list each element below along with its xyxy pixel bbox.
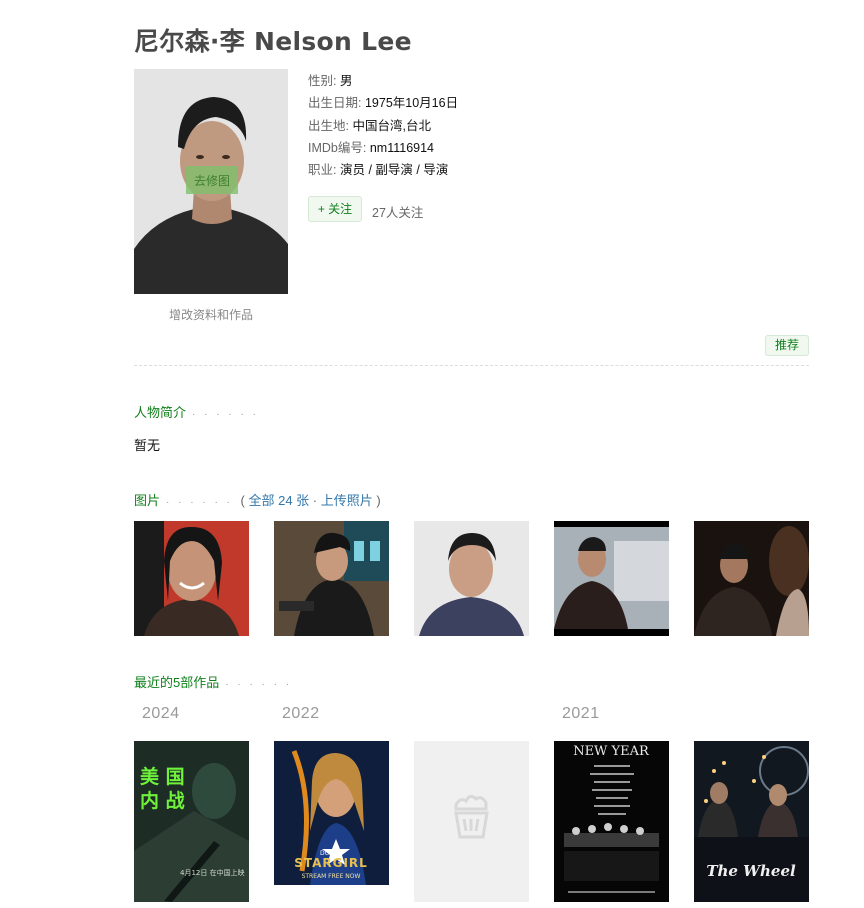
poster-title: STARGIRL bbox=[294, 856, 368, 870]
bio-heading: 人物简介 · · · · · · bbox=[134, 405, 259, 420]
info-imdb: IMDb编号: nm1116914 bbox=[308, 140, 435, 155]
watermark-text: 去修图 bbox=[194, 173, 230, 188]
info-birthdate: 出生日期: 1975年10月16日 bbox=[308, 96, 459, 111]
follow-button[interactable]: + 关注 bbox=[308, 196, 362, 222]
year-label: 2021 bbox=[562, 705, 600, 722]
photo-thumbnail[interactable] bbox=[134, 521, 249, 636]
bio-text: 暂无 bbox=[134, 438, 161, 453]
recommend-button[interactable]: 推荐 bbox=[765, 335, 809, 356]
photos-heading: 图片 · · · · · · ( 全部 24 张 · 上传照片 ) bbox=[134, 493, 381, 508]
year-label: 2022 bbox=[282, 705, 320, 722]
popcorn-icon bbox=[454, 794, 489, 839]
all-photos-link[interactable]: 全部 24 张 bbox=[248, 493, 309, 508]
poster-stargirl[interactable]: DC STARGIRL STREAM FREE NOW bbox=[274, 741, 389, 885]
works-heading: 最近的5部作品 · · · · · · bbox=[134, 675, 293, 690]
info-gender: 性别: 男 bbox=[308, 74, 353, 88]
info-occupation: 职业: 演员 / 副导演 / 导演 bbox=[308, 163, 449, 178]
person-info: 性别: 男 出生日期: 1975年10月16日 出生地: 中国台湾,台北 IMD… bbox=[308, 70, 458, 181]
page-title: 尼尔森·李 Nelson Lee bbox=[134, 27, 412, 56]
divider bbox=[134, 365, 809, 366]
poster-placeholder[interactable] bbox=[414, 741, 529, 902]
poster-title-line2: 内 战 bbox=[140, 789, 185, 812]
poster-caption: 4月12日 在中国上映 bbox=[180, 868, 245, 877]
poster-caption: STREAM FREE NOW bbox=[302, 873, 361, 880]
year-label: 2024 bbox=[142, 705, 180, 722]
photo-thumbnail[interactable] bbox=[414, 521, 529, 636]
poster-title: The Wheel bbox=[706, 862, 796, 880]
poster-the-wheel[interactable]: The Wheel bbox=[694, 741, 809, 902]
poster-civil-war[interactable]: 美 国 内 战 4月12日 在中国上映 bbox=[134, 741, 249, 902]
photo-thumbnail[interactable] bbox=[274, 521, 389, 636]
info-birthplace: 出生地: 中国台湾,台北 bbox=[308, 118, 431, 133]
upload-photo-link[interactable]: 上传照片 bbox=[321, 493, 373, 508]
person-portrait[interactable]: 去修图 bbox=[134, 69, 288, 294]
poster-title-line1: 美 国 bbox=[140, 765, 185, 788]
poster-title: NEW YEAR bbox=[573, 744, 650, 759]
photo-thumbnail[interactable] bbox=[554, 521, 669, 636]
follow-count: 27人关注 bbox=[372, 206, 424, 220]
edit-profile-link[interactable]: 增改资料和作品 bbox=[134, 306, 288, 323]
poster-new-year[interactable]: NEW YEAR bbox=[554, 741, 669, 902]
photo-thumbnail[interactable] bbox=[694, 521, 809, 636]
